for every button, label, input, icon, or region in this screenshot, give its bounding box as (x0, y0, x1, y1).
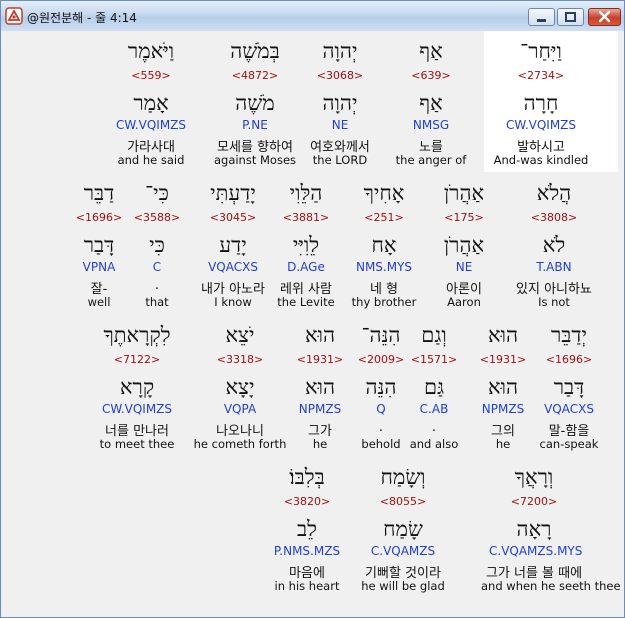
hebrew-lemma: לֵב (297, 517, 317, 541)
close-button[interactable] (588, 8, 621, 26)
maximize-button[interactable] (557, 8, 584, 26)
morphology-code: VPNA (82, 260, 116, 274)
hebrew-word: בְּמֹשֶׁה (230, 39, 280, 63)
english-gloss: the anger of (395, 153, 467, 167)
strong-number: <3318> (216, 353, 264, 366)
hebrew-lemma: רָאָה (516, 517, 552, 541)
hebrew-word: דַבֵּר (83, 181, 115, 205)
hebrew-word: לִקְרָאתֶךָ (103, 323, 171, 347)
hebrew-word: הוּא (304, 323, 336, 347)
hebrew-word: וְשָׂמַח (380, 465, 426, 489)
hebrew-word: וַיִּחַר־ (520, 39, 562, 63)
english-gloss: he cometh forth (193, 437, 287, 451)
maximize-icon (565, 12, 576, 22)
morphology-code: CW.VQIMZS (115, 118, 187, 132)
strong-number: <8055> (379, 495, 427, 508)
hebrew-word: בְּלִבּוֹ׃ (289, 465, 325, 489)
hebrew-lemma: הוּא (304, 375, 336, 399)
app-window: @원전분해 - 줄 4:14 וַיִּחַר־ <2734> חָרָה CW.VQ… (0, 0, 625, 618)
interlinear-panel: וַיִּחַר־ <2734> חָרָה CW.VQIMZS 발하시고 And-was… (9, 31, 621, 611)
english-gloss: against Moses (213, 153, 297, 167)
hebrew-lemma: יְהוָה (322, 91, 358, 115)
hebrew-word: וְרָאֲךָ (514, 465, 554, 489)
morphology-code: NMSG (412, 118, 450, 132)
hebrew-word: אָחִיךָ (363, 181, 405, 205)
hebrew-word: יֹצֵא (225, 323, 255, 347)
hebrew-word: וַיֹּאמֶר (127, 39, 175, 63)
minimize-icon (537, 19, 546, 22)
morphology-code: NE (331, 118, 349, 132)
english-gloss: he will be glad (361, 579, 445, 593)
hebrew-lemma: יָצָא (225, 375, 255, 399)
morphology-code: NPMZS (298, 402, 342, 416)
hebrew-word: אַהֲרֹן (443, 181, 485, 205)
morphology-code: NE (455, 260, 473, 274)
hebrew-lemma: קָרָא (119, 375, 155, 399)
english-gloss: And-was kindled (493, 153, 589, 167)
strong-number: <3068> (316, 69, 364, 82)
minimize-button[interactable] (528, 8, 555, 26)
morphology-code: CW.VQIMZS (101, 402, 173, 416)
morphology-code: C.VQAMZS (370, 544, 436, 558)
hebrew-lemma: מֹשֶׁה (235, 91, 275, 115)
hebrew-lemma: חָרָה (523, 91, 559, 115)
morphology-code: NMS.MYS (355, 260, 413, 274)
close-icon (598, 10, 611, 23)
strong-number: <7122> (113, 353, 161, 366)
hebrew-lemma: אַהֲרֹן (443, 233, 485, 257)
hebrew-lemma: אַף (419, 91, 443, 115)
english-gloss: well (87, 295, 111, 309)
strong-number: <251> (364, 211, 404, 224)
strong-number: <4872> (231, 69, 279, 82)
hebrew-word: אַף (419, 39, 443, 63)
strong-number: <1696> (75, 211, 123, 224)
english-gloss: in his heart (274, 579, 340, 593)
morphology-code: T.ABN (536, 260, 572, 274)
morphology-code: VQPA (223, 402, 257, 416)
strong-number: <559> (131, 69, 171, 82)
english-gloss: to meet thee (99, 437, 175, 451)
strong-number: <1931> (296, 353, 344, 366)
english-gloss: and he said (117, 153, 185, 167)
hebrew-word: הֲלֹא (536, 181, 572, 205)
strong-number: <7200> (510, 495, 558, 508)
strong-number: <175> (444, 211, 484, 224)
strong-number: <3820> (283, 495, 331, 508)
morphology-code: C.VQAMZS.MYS (489, 544, 583, 558)
strong-number: <2734> (517, 69, 565, 82)
morphology-code: CW.VQIMZS (505, 118, 577, 132)
title-bar[interactable]: @원전분해 - 줄 4:14 (1, 1, 624, 31)
app-logo-icon (5, 7, 23, 25)
hebrew-lemma: לֹא (542, 233, 566, 257)
english-gloss: and when he seeth thee (481, 579, 621, 593)
hebrew-lemma: שָׂמַח (383, 517, 423, 541)
morphology-code: P.NE (242, 118, 268, 132)
window-title: @원전분해 - 줄 4:14 (27, 11, 137, 25)
strong-number: <3808> (530, 211, 578, 224)
hebrew-lemma: אָח (371, 233, 397, 257)
hebrew-lemma: אָמַר (133, 91, 169, 115)
hebrew-lemma: דָּבַר (83, 233, 115, 257)
strong-number: <639> (411, 69, 451, 82)
morphology-code: P.NMS.MZS (273, 544, 341, 558)
hebrew-word: יְהוָה (322, 39, 358, 63)
